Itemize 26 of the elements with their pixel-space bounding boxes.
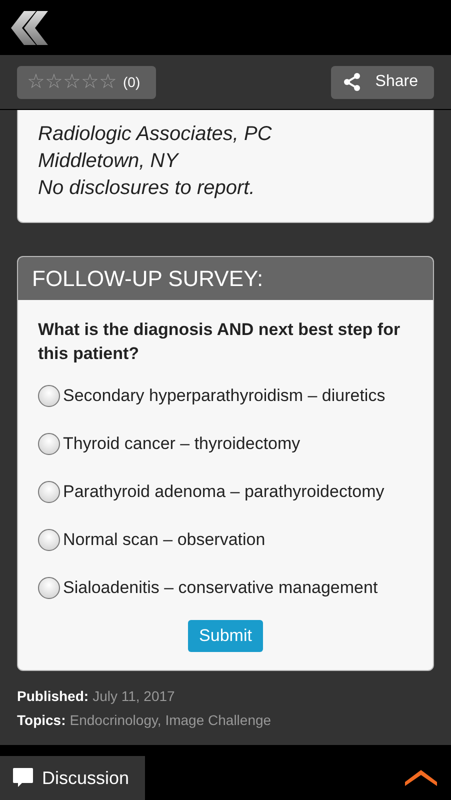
author-line: No disclosures to report. — [38, 176, 256, 201]
scroll-up-icon[interactable] — [405, 768, 437, 786]
answer-option[interactable]: Sialoadenitis – conservative management — [18, 564, 433, 612]
meta-label: Topics: — [17, 712, 66, 728]
discussion-button[interactable]: Discussion — [0, 756, 145, 800]
author-line: Middletown, NY — [38, 149, 180, 174]
radio-button[interactable] — [38, 433, 60, 455]
answer-option[interactable]: Normal scan – observation — [18, 516, 433, 564]
share-button[interactable]: Share — [331, 66, 434, 98]
speech-bubble-icon — [12, 767, 34, 789]
radio-button[interactable] — [38, 481, 60, 503]
radio-button[interactable] — [38, 385, 60, 407]
radio-button[interactable] — [38, 529, 60, 551]
rating-button[interactable]: ☆☆☆☆☆ (0) — [17, 66, 156, 98]
answer-option[interactable]: Secondary hyperparathyroidism – diuretics — [18, 372, 433, 420]
radio-button[interactable] — [38, 577, 60, 599]
back-icon[interactable] — [10, 8, 48, 46]
meta-value: Endocrinology, Image Challenge — [70, 712, 272, 728]
survey-question: What is the diagnosis AND next best step for this patient? — [37, 319, 402, 365]
answer-option[interactable]: Thyroid cancer – thyroidectomy — [18, 420, 433, 468]
share-icon — [343, 73, 362, 91]
answer-option[interactable]: Parathyroid adenoma – parathyroidectomy — [18, 468, 433, 516]
meta-value: July 11, 2017 — [92, 688, 175, 704]
meta-label: Published: — [17, 688, 89, 704]
author-line: Radiologic Associates, PC — [38, 122, 273, 147]
survey-title: FOLLOW-UP SURVEY: — [18, 257, 433, 300]
